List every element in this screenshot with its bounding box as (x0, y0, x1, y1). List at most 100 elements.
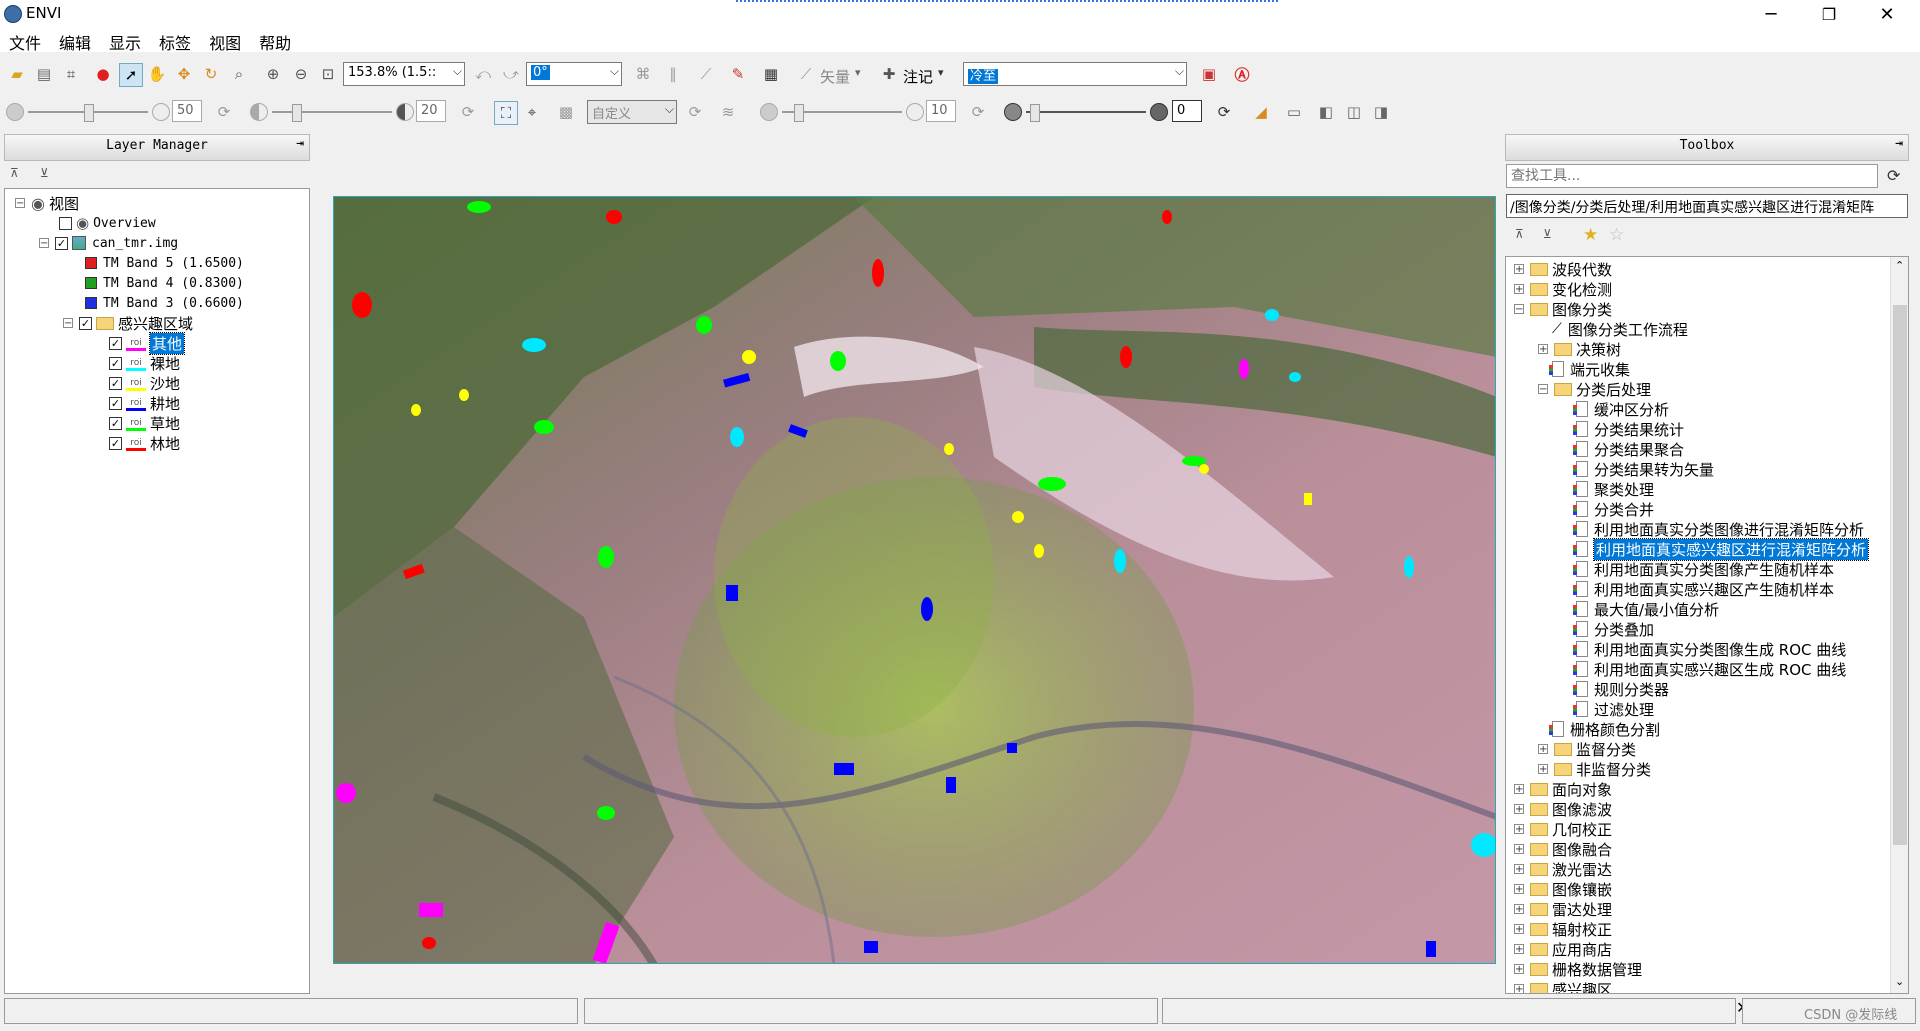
roi-sand-marker[interactable] (459, 389, 469, 401)
brightness-value[interactable]: 50 (172, 100, 202, 122)
roi-checkbox[interactable]: ✓ (109, 376, 122, 390)
toolbox-tool[interactable]: 利用地面真实分类图像生成 ROC 曲线 (1573, 639, 1846, 659)
reset-icon[interactable]: ⟳ (967, 101, 989, 123)
roi-checkbox[interactable]: ✓ (109, 356, 122, 370)
tree-node-view[interactable]: − ◉ 视图 (15, 193, 79, 213)
tree-node-roi[interactable]: ✓ roi 草地 (109, 413, 180, 433)
satellite-image[interactable] (334, 197, 1496, 964)
scroll-down-icon[interactable]: ⌄ (1895, 975, 1904, 988)
reset-icon[interactable]: ⟳ (1213, 101, 1235, 123)
zoom-icon[interactable]: ⌕ (228, 63, 250, 85)
slider-knob[interactable] (84, 104, 94, 122)
favorite-star-icon[interactable]: ★ (1583, 225, 1598, 245)
expand-all-icon[interactable]: ⊻ (40, 166, 49, 180)
maximize-button[interactable]: ❐ (1806, 0, 1852, 28)
rotation-combo[interactable]: 0° ⌵ (526, 62, 622, 86)
expand-icon[interactable]: + (1514, 804, 1524, 815)
expand-icon[interactable]: + (1514, 284, 1524, 295)
measure-icon[interactable]: ⟋ (695, 63, 717, 85)
collapse-all-icon[interactable]: ⊼ (10, 166, 19, 180)
select-arrow-icon[interactable]: ➚ (119, 63, 143, 87)
toolbox-tool[interactable]: 规则分类器 (1573, 679, 1669, 699)
collapse-icon[interactable]: − (1514, 304, 1524, 315)
roi-grass-marker[interactable] (467, 201, 491, 213)
rotate-left-icon[interactable]: ⤺ (472, 63, 494, 85)
roi-checkbox[interactable]: ✓ (109, 416, 122, 430)
collapse-icon[interactable]: − (1538, 384, 1548, 395)
roi-sand-marker[interactable] (1012, 511, 1024, 523)
contrast-slider[interactable] (272, 104, 392, 122)
menu-label[interactable]: 标签 (150, 28, 200, 53)
tree-node-band-g[interactable]: TM Band 4 (0.8300) (85, 273, 244, 293)
roi-grass-marker[interactable] (830, 351, 846, 371)
toolbox-category[interactable]: + 辐射校正 (1514, 919, 1612, 939)
view-blend-icon[interactable]: ◧ (1315, 101, 1337, 123)
roi-bare-marker[interactable] (1265, 309, 1279, 321)
pin-panel-icon[interactable]: ⇥ (296, 136, 304, 151)
toolbox-category[interactable]: − 图像分类 (1514, 299, 1612, 319)
annotation-menu[interactable]: 注记 (903, 66, 933, 87)
expand-icon[interactable]: + (1514, 964, 1524, 975)
roi-tool-icon[interactable]: ✎ (727, 63, 749, 85)
roi-bare-marker[interactable] (1404, 556, 1414, 578)
vector-icon[interactable]: ⟋ (795, 63, 817, 85)
roi-bare-marker[interactable] (730, 427, 744, 447)
tree-node-roi[interactable]: ✓ roi 耕地 (109, 393, 180, 413)
expand-icon[interactable]: + (1514, 864, 1524, 875)
expand-icon[interactable]: + (1514, 264, 1524, 275)
toolbox-tool[interactable]: 过滤处理 (1573, 699, 1654, 719)
file-checkbox[interactable]: ✓ (55, 236, 68, 250)
view-flicker-icon[interactable]: ◫ (1343, 101, 1365, 123)
menu-display[interactable]: 显示 (100, 28, 150, 53)
roi-forest-marker[interactable] (606, 210, 622, 224)
expand-icon[interactable]: + (1514, 984, 1524, 993)
profile-icon[interactable]: ◢ (1250, 101, 1272, 123)
toolbox-tool[interactable]: 利用地面真实感兴趣区进行混淆矩阵分析 (1573, 537, 1870, 561)
roi-bare-marker[interactable] (522, 338, 546, 352)
toolbox-category[interactable]: + 非监督分类 (1538, 759, 1651, 779)
toolbox-category[interactable]: + 决策树 (1538, 339, 1621, 359)
expand-icon[interactable]: + (1514, 824, 1524, 835)
expand-icon[interactable]: + (1514, 944, 1524, 955)
rotate-right-icon[interactable]: ⤻ (500, 63, 522, 85)
roi-checkbox[interactable]: ✓ (109, 336, 122, 350)
toolbox-category[interactable]: + 波段代数 (1514, 259, 1612, 279)
tree-node-roi[interactable]: ✓ roi 沙地 (109, 373, 180, 393)
menu-file[interactable]: 文件 (0, 28, 50, 53)
scroll-up-icon[interactable]: ⌃ (1895, 259, 1904, 272)
zoom-full-icon[interactable]: ⊡ (317, 63, 339, 85)
roi-forest-marker[interactable] (422, 937, 436, 949)
transparency-slider[interactable] (1026, 104, 1146, 122)
numeric-icon[interactable]: ▦ (760, 63, 782, 85)
tree-node-roi-group[interactable]: − ✓ 感兴趣区域 (63, 313, 193, 333)
roi-checkbox[interactable]: ✓ (109, 396, 122, 410)
toolbox-tool[interactable]: 利用地面真实分类图像产生随机样本 (1573, 559, 1834, 579)
expand-icon[interactable]: + (1538, 344, 1548, 355)
histogram-icon[interactable]: ▩ (555, 101, 577, 123)
expand-icon[interactable]: + (1538, 764, 1548, 775)
expand-icon[interactable]: + (1514, 844, 1524, 855)
roi-forest-marker[interactable] (872, 259, 884, 287)
roi-farmland-marker[interactable] (1426, 941, 1436, 957)
toolbox-tool[interactable]: 分类结果转为矢量 (1573, 459, 1714, 479)
roi-sand-marker[interactable] (944, 443, 954, 455)
roi-other-marker[interactable] (419, 903, 443, 917)
clipboard-icon[interactable]: ▤ (33, 63, 55, 85)
toolbox-category[interactable]: + 图像镶嵌 (1514, 879, 1612, 899)
roi-farmland-marker[interactable] (1007, 743, 1017, 753)
toolbox-tool[interactable]: 分类结果聚合 (1573, 439, 1684, 459)
slider-knob[interactable] (794, 104, 804, 122)
chip-icon[interactable]: ▣ (1198, 63, 1220, 85)
toolbox-tool[interactable]: 分类合并 (1573, 499, 1654, 519)
line-tool-icon[interactable]: ∥ (662, 63, 684, 85)
collapse-icon[interactable]: − (63, 318, 73, 329)
stretch-type-combo[interactable]: 自定义 ⌵ (587, 100, 677, 124)
overview-checkbox[interactable] (59, 216, 72, 230)
tree-node-band-r[interactable]: TM Band 5 (1.6500) (85, 253, 244, 273)
toolbox-tool[interactable]: 利用地面真实感兴趣区产生随机样本 (1573, 579, 1834, 599)
toolbox-tool[interactable]: 栅格颜色分割 (1549, 719, 1660, 739)
toolbox-tool[interactable]: 分类叠加 (1573, 619, 1654, 639)
slider-knob[interactable] (1030, 104, 1040, 122)
rotate-icon[interactable]: ↻ (200, 63, 222, 85)
toolbox-tool[interactable]: 最大值/最小值分析 (1573, 599, 1719, 619)
